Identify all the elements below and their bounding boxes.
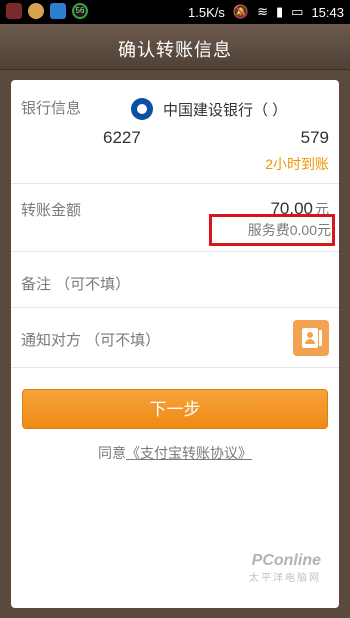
account-prefix: 6227 [103, 128, 141, 147]
notification-check-icon [50, 3, 66, 19]
arrival-time: 2小时到账 [265, 156, 329, 172]
divider [11, 251, 339, 252]
next-button[interactable]: 下一步 [22, 389, 328, 429]
notification-badge-icon: 56 [72, 3, 88, 19]
remark-field[interactable]: 备注 （可不填） [21, 273, 130, 294]
network-speed: 1.5K/s [188, 4, 225, 20]
battery-icon: ▭ [291, 4, 304, 19]
divider [11, 307, 339, 308]
account-number: 6227 579 [103, 128, 329, 148]
status-bar-right: 1.5K/s 🔕 ≋ ▮ ▭ 15:43 [188, 4, 344, 20]
contacts-book-icon [302, 328, 318, 348]
account-suffix: 579 [300, 128, 329, 147]
divider [11, 183, 339, 184]
agree-prefix: 同意 [98, 445, 126, 461]
notify-field[interactable]: 通知对方 （可不填） [21, 329, 160, 350]
transfer-info-card: 银行信息 中国建设银行（ ） 6227 579 2小时到账 转账金额 70.00… [11, 80, 339, 608]
ccb-logo-icon [131, 98, 153, 120]
service-fee: 服务费0.00元 [247, 222, 331, 238]
signal-icon: ▮ [276, 4, 284, 19]
bank-name: 中国建设银行（ ） [163, 102, 288, 119]
wifi-icon: ≋ [257, 4, 268, 19]
bank-info-label: 银行信息 [21, 100, 82, 117]
page-title: 确认转账信息 [118, 40, 232, 60]
contacts-book-tab [319, 330, 322, 346]
watermark-cn: 太平洋电脑网 [249, 573, 321, 584]
watermark-brand: PConline [251, 552, 321, 569]
contacts-book-button[interactable] [293, 320, 329, 356]
status-bar: 56 1.5K/s 🔕 ≋ ▮ ▭ 15:43 [0, 0, 350, 24]
status-time: 15:43 [311, 4, 344, 20]
mute-icon: 🔕 [232, 4, 250, 19]
agreement-text: 同意《支付宝转账协议》 [11, 443, 339, 463]
divider [11, 367, 339, 368]
watermark: PConline 太平洋电脑网 [231, 552, 321, 584]
status-bar-left: 56 [6, 3, 88, 19]
agreement-link[interactable]: 《支付宝转账协议》 [126, 445, 252, 461]
title-bar: 确认转账信息 [0, 24, 350, 70]
notification-cat-icon [28, 3, 44, 19]
amount-label: 转账金额 [21, 202, 82, 219]
notification-app-icon [6, 3, 22, 19]
